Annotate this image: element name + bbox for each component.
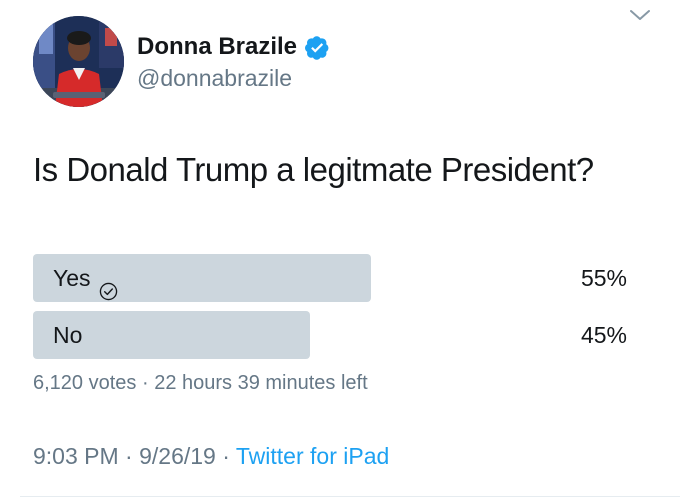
poll-time-left: 22 hours 39 minutes left (154, 372, 368, 394)
tweet: Donna Brazile @donnabrazile Is Donald Tr… (0, 0, 680, 498)
tweet-source-link[interactable]: Twitter for iPad (236, 443, 389, 469)
tweet-time[interactable]: 9:03 PM (33, 443, 119, 469)
tweet-date[interactable]: 9/26/19 (139, 443, 216, 469)
poll-option-percent: 45% (580, 322, 627, 348)
author-display-name[interactable]: Donna Brazile (137, 33, 297, 61)
poll-option-text: No (53, 322, 83, 348)
poll-option-no: No 45% (33, 311, 633, 359)
poll-meta: 6,120 votes · 22 hours 39 minutes left (33, 372, 368, 395)
poll-vote-count: 6,120 votes (33, 372, 137, 394)
separator: · (118, 443, 140, 469)
poll-option-percent: 55% (580, 265, 627, 291)
tweet-timestamp-row: 9:03 PM · 9/26/19 · Twitter for iPad (33, 443, 389, 470)
separator: · (136, 372, 155, 394)
check-circle-icon (99, 269, 118, 300)
tweet-text: Is Donald Trump a legitmate President? (33, 151, 594, 188)
chevron-down-icon[interactable] (628, 6, 652, 24)
verified-badge-icon (305, 35, 330, 60)
poll-option-label: No (53, 311, 82, 359)
divider (20, 496, 680, 497)
poll: Yes 55% No 45% (33, 254, 633, 368)
poll-option-yes: Yes 55% (33, 254, 633, 302)
author-handle[interactable]: @donnabrazile (137, 65, 292, 92)
poll-option-text: Yes (53, 265, 91, 291)
profile-photo-icon (33, 16, 124, 107)
separator: · (215, 443, 236, 469)
poll-option-label: Yes (53, 254, 118, 302)
avatar[interactable] (33, 16, 124, 107)
author-name-row[interactable]: Donna Brazile (137, 31, 330, 63)
